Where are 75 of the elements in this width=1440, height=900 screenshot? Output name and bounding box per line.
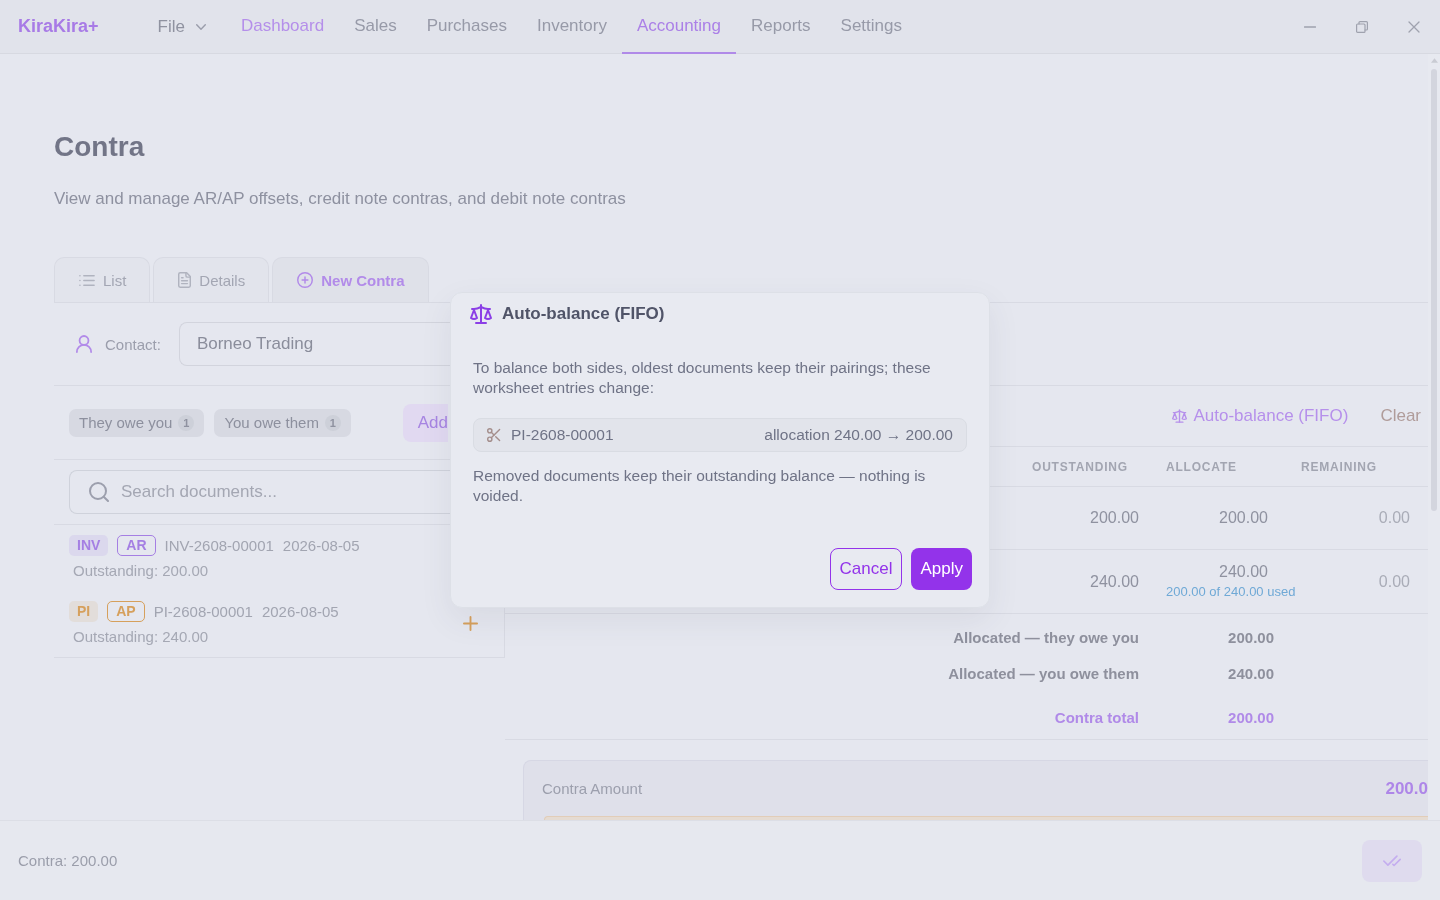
table-cell: 200.00 [1090,509,1139,527]
allocation-amount: 240.00 [1219,562,1268,580]
tab[interactable]: Details [153,257,270,302]
plus-icon [463,616,478,631]
type-tag: INV [69,535,109,556]
nav-tab[interactable]: Settings [825,0,917,54]
total-value: 200.00 [1228,628,1274,646]
column-header: OUTSTANDING [1032,459,1128,474]
dialog-title: Auto-balance (FIFO) [502,304,665,324]
total-label: Allocated — they owe you [953,628,1139,646]
contact-label: Contact: [105,335,161,353]
type-tag: PI [69,601,99,622]
cancel-button[interactable]: Cancel [829,548,903,590]
list-icon [79,274,95,286]
document-number: PI-2608-00001 [153,603,253,620]
auto-balance-link[interactable]: Auto-balance (FIFO) [1172,406,1349,426]
file-menu[interactable]: File [157,0,206,53]
document-icon [178,272,192,288]
contra-amount-label: Contra Amount [542,780,643,797]
close-icon [1408,20,1420,33]
add-item-button[interactable] [463,616,478,631]
count-badge: 1 [178,414,195,431]
allocation-amount: 200.00 [1219,509,1268,526]
chevron-down-icon [195,23,206,30]
nav-tab[interactable]: Inventory [522,0,622,54]
tab[interactable]: New Contra [272,257,429,302]
column-header: ALLOCATE [1166,459,1237,474]
total-label: Contra total [1054,708,1139,726]
scale-icon [470,304,492,324]
person-icon [76,335,92,353]
page-subtitle: View and manage AR/AP offsets, credit note contras, and debit note contras [54,188,627,210]
total-value: 240.00 [1228,664,1274,682]
apply-button[interactable]: Apply [911,548,972,590]
table-cell: 0.00 [1378,572,1410,591]
total-value: 200.00 [1228,708,1274,726]
dialog-message: To balance both sides, oldest documents keep their pairings; these worksheet entries change: [473,358,932,398]
side-tag: AR [117,535,156,556]
document-number: PI-2608-00001 [511,426,614,444]
scissors-icon [487,428,501,442]
document-date: 2026-08-05 [282,537,360,554]
table-cell: 240.00 [1090,572,1139,591]
contra-summary: Contra: 200.00 [18,852,118,869]
filter-chip[interactable]: They owe you 1 [69,408,205,437]
restore-icon [1356,20,1368,33]
nav-tab[interactable]: Sales [339,0,412,54]
count-badge: 1 [324,414,341,431]
nav-tab[interactable]: Dashboard [225,0,340,54]
nav-tab[interactable]: Accounting [621,0,737,54]
dialog-note: Removed documents keep their outstanding balance — nothing is voided. [473,466,927,506]
scroll-up-icon[interactable] [1430,58,1438,63]
minimize-icon [1304,25,1316,28]
filter-chip[interactable]: You owe them 1 [214,408,351,437]
table-cell: 0.00 [1378,509,1410,527]
app-logo[interactable]: KiraKira+ [18,0,99,53]
change-text: allocation 240.00 → 200.00 [764,426,953,444]
search-field[interactable]: Search documents... [69,470,450,514]
document-date: 2026-08-05 [261,603,339,620]
contra-amount-value: 200.0 [1385,778,1428,799]
column-header: REMAINING [1301,459,1377,474]
page-title: Contra [54,130,146,164]
plus-circle-icon [297,272,314,288]
total-label: Allocated — you owe them [948,664,1139,682]
tab[interactable]: List [54,257,151,302]
double-check-icon [1383,854,1401,867]
search-icon [89,482,109,502]
nav-tab[interactable]: Reports [736,0,826,54]
nav-tab[interactable]: Purchases [411,0,522,54]
usage-note: 200.00 of 240.00 used [1166,582,1296,601]
contact-field[interactable]: Borneo Trading [178,322,452,366]
outstanding-text: Outstanding: 240.00 [72,627,209,647]
scale-icon [1172,409,1188,423]
outstanding-text: Outstanding: 200.00 [72,561,209,581]
side-tag: AP [107,601,145,622]
document-number: INV-2608-00001 [164,537,274,554]
clear-link[interactable]: Clear [1380,406,1421,426]
